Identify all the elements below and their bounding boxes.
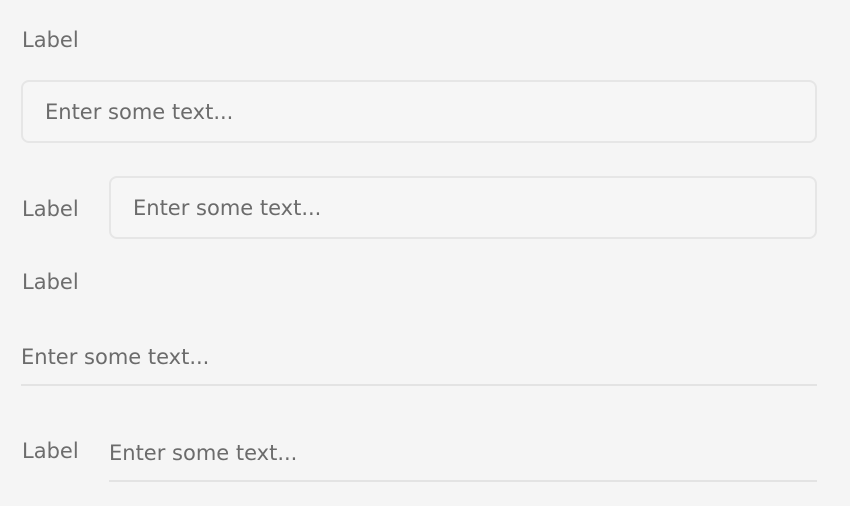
field-2-input[interactable] — [109, 176, 817, 239]
input-style-demo-form: Label Label Label Label — [0, 0, 850, 506]
field-2-label: Label — [22, 197, 79, 221]
field-3-label: Label — [22, 270, 79, 294]
field-3-input[interactable] — [21, 330, 817, 386]
field-1-label: Label — [22, 28, 79, 52]
field-4-label: Label — [22, 439, 79, 463]
field-4-input[interactable] — [109, 426, 817, 482]
field-1-input[interactable] — [21, 80, 817, 143]
